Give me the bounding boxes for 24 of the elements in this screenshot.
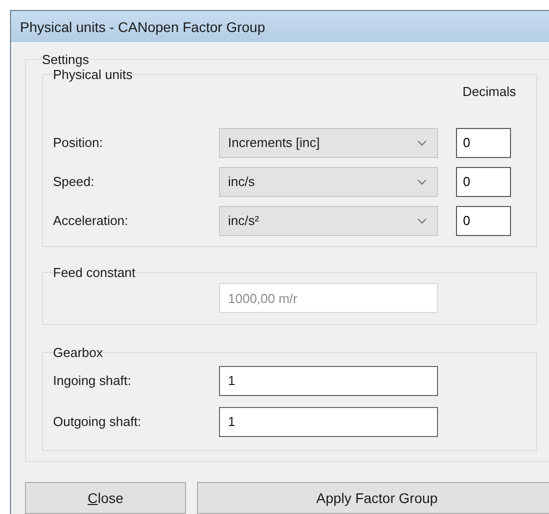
shaft-field[interactable]: 1 xyxy=(219,366,438,396)
unit-dropdown[interactable]: Increments [inc] xyxy=(219,128,438,158)
chevron-down-icon xyxy=(417,218,427,224)
group-title: Gearbox xyxy=(53,345,103,360)
unit-dropdown[interactable]: inc/s² xyxy=(219,206,438,236)
decimals-field[interactable]: 0 xyxy=(456,128,511,158)
dialog-button[interactable]: Apply Factor Group xyxy=(197,482,549,514)
group-title: Feed constant xyxy=(53,265,136,280)
unit-dropdown[interactable]: inc/s xyxy=(219,166,438,196)
decimals-field[interactable]: 0 xyxy=(456,166,511,196)
field-label: Ingoing shaft: xyxy=(53,373,132,388)
field-label: Outgoing shaft: xyxy=(53,414,142,429)
column-header: Decimals xyxy=(462,84,516,99)
field-label: Speed: xyxy=(53,174,96,189)
window-title: Physical units - CANopen Factor Group xyxy=(20,18,266,34)
field-label: Position: xyxy=(53,135,104,150)
group-title: Physical units xyxy=(53,67,132,82)
group-title: Settings xyxy=(42,52,89,67)
chevron-down-icon xyxy=(417,178,427,184)
decimals-field[interactable]: 0 xyxy=(456,206,511,236)
shaft-field[interactable]: 1 xyxy=(219,406,438,436)
field-label: Acceleration: xyxy=(53,213,130,228)
chevron-down-icon xyxy=(417,140,427,146)
dialog-button[interactable]: Close xyxy=(25,482,186,514)
